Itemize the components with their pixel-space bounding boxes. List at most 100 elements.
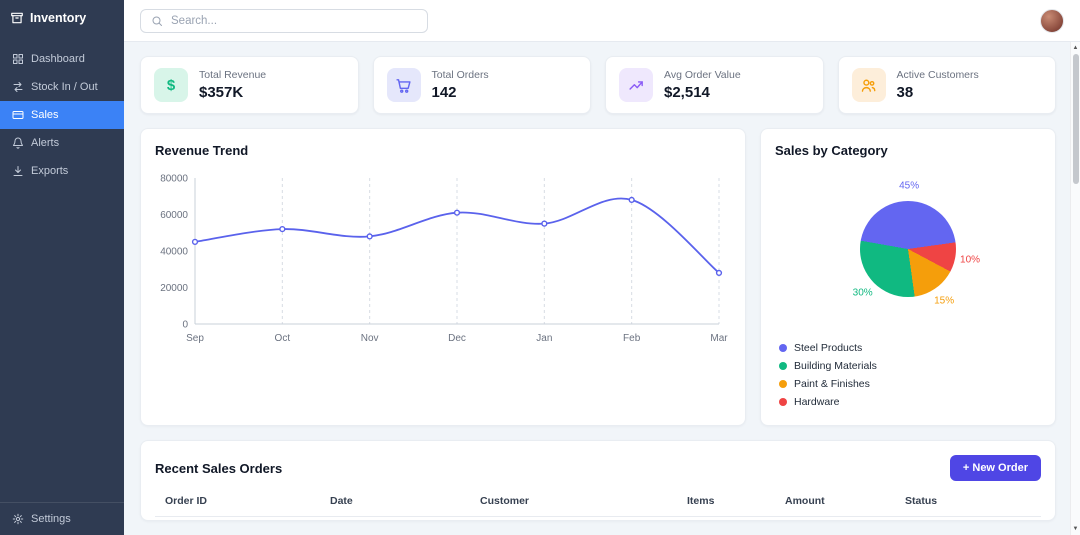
revenue-line-chart: 0 20000 40000 60000 80000 Sep Oct Nov Dec Jan Feb M… [160,174,728,345]
scroll-up-icon[interactable]: ▲ [1071,42,1080,54]
svg-text:60000: 60000 [160,210,188,221]
column-header-customer: Customer [480,495,530,507]
legend-dot [779,362,787,370]
recent-orders-card: Recent Sales Orders + New Order Order ID… [140,440,1056,521]
page-content: $ Total Revenue $357K Total Orders 142 A… [124,42,1080,535]
table-header-row: Order ID Date Customer Items Amount Stat… [155,495,1041,517]
sidebar-item-exports[interactable]: Exports [0,157,124,185]
gear-icon [12,513,24,525]
stat-card-total-orders: Total Orders 142 [372,56,591,114]
pie-area: 45% 30% 15% 10% [775,174,1041,324]
sales-icon [12,111,24,119]
pie-percent-label: 45% [899,180,920,192]
sidebar-item-label: Exports [31,165,69,177]
orders-title: Recent Sales Orders [155,460,283,476]
topbar [124,0,1080,42]
sidebar-item-settings[interactable]: Settings [0,503,124,535]
legend-dot [779,380,787,388]
svg-text:Nov: Nov [361,333,379,344]
stats-row: $ Total Revenue $357K Total Orders 142 A… [140,56,1056,114]
svg-text:Mar: Mar [710,333,728,344]
pie-legend: Steel Products Building Materials Paint & … [775,342,1041,408]
svg-text:Oct: Oct [275,333,291,344]
svg-text:40000: 40000 [160,247,188,258]
vertical-scrollbar: ▲ ▼ [1070,42,1080,535]
legend-label: Hardware [794,396,840,408]
column-header-amount: Amount [785,495,825,507]
sidebar-item-label: Settings [31,513,71,525]
chart-title: Sales by Category [775,143,888,158]
legend-item: Paint & Finishes [779,378,1041,390]
app-title: Inventory [30,11,87,25]
search-input[interactable] [171,14,417,27]
search-icon [152,16,162,26]
table-row: SO-2026-001 2026-03-01 XYZ Construction … [155,517,1041,520]
stat-card-total-revenue: $ Total Revenue $357K [140,56,359,114]
stat-icon [619,68,653,102]
pie-percent-label: 10% [960,254,981,266]
sidebar-footer: Settings [0,502,124,535]
legend-label: Steel Products [794,342,863,354]
stat-value: $357K [199,84,244,101]
app-logo: Inventory [0,0,124,35]
legend-item: Hardware [779,396,1041,408]
sidebar-nav: Dashboard Stock In / Out Sales Alerts Ex… [0,45,124,502]
download-icon [13,166,23,176]
charts-row: Revenue Trend 0 20000 40000 60000 80000 Sep Oc… [140,128,1056,426]
stat-icon [386,68,421,102]
sidebar-item-label: Stock In / Out [31,81,98,93]
scroll-down-icon[interactable]: ▼ [1071,523,1080,535]
sidebar-item-stock-in-out[interactable]: Stock In / Out [0,73,124,101]
stat-label: Avg Order Value [664,69,741,81]
column-header-items: Items [687,495,715,507]
sidebar: Inventory Dashboard Stock In / Out Sales… [0,0,124,535]
arrows-swap-icon [13,82,23,92]
legend-dot [779,398,787,406]
svg-text:Sep: Sep [186,333,204,344]
inventory-box-icon [11,12,23,24]
legend-label: Paint & Finishes [794,378,870,390]
svg-text:Jan: Jan [536,333,552,344]
dollar-icon: $ [166,76,176,94]
sidebar-item-sales[interactable]: Sales [0,101,124,129]
legend-item: Building Materials [779,360,1041,372]
legend-label: Building Materials [794,360,877,372]
dashboard-icon [13,54,23,64]
new-order-button[interactable]: + New Order [949,455,1041,481]
chart-title: Revenue Trend [155,143,249,158]
stat-label: Total Revenue [199,69,267,81]
column-header-date: Date [330,495,353,507]
scrollbar-thumb[interactable] [1072,54,1079,184]
pie-percent-label: 15% [934,295,955,307]
sales-by-category-card: Sales by Category 45% 30% 15% 10% Steel Pro… [760,128,1056,426]
revenue-trend-card: Revenue Trend 0 20000 40000 60000 80000 Sep Oc… [140,128,746,426]
search-box [140,8,428,33]
users-icon [861,79,876,92]
trend-up-icon [628,80,643,90]
app-window: Inventory Dashboard Stock In / Out Sales… [0,0,1080,535]
stat-value: 142 [431,84,457,101]
stat-card-avg-order-value: Avg Order Value $2,514 [605,56,824,114]
pie-percent-label: 30% [852,287,873,299]
svg-text:0: 0 [182,320,188,331]
svg-text:Feb: Feb [623,333,641,344]
cart-icon [396,78,411,93]
svg-text:20000: 20000 [160,283,188,294]
stat-icon [851,68,886,102]
stat-icon: $ [154,68,188,102]
orders-header: Recent Sales Orders + New Order [155,455,1041,481]
sidebar-item-label: Alerts [31,137,60,149]
sidebar-item-dashboard[interactable]: Dashboard [0,45,124,73]
sidebar-item-alerts[interactable]: Alerts [0,129,124,157]
main-area: $ Total Revenue $357K Total Orders 142 [124,0,1080,535]
sidebar-item-label: Sales [31,109,59,121]
legend-item: Steel Products [779,342,1041,354]
user-avatar[interactable] [1040,8,1064,33]
pie-chart [860,201,956,297]
stat-card-active-customers: Active Customers 38 [837,56,1056,114]
stat-label: Active Customers [896,69,979,81]
column-header-order-id: Order ID [165,495,208,507]
svg-text:Dec: Dec [448,333,466,344]
svg-text:80000: 80000 [160,174,188,185]
stat-label: Total Orders [431,69,489,81]
